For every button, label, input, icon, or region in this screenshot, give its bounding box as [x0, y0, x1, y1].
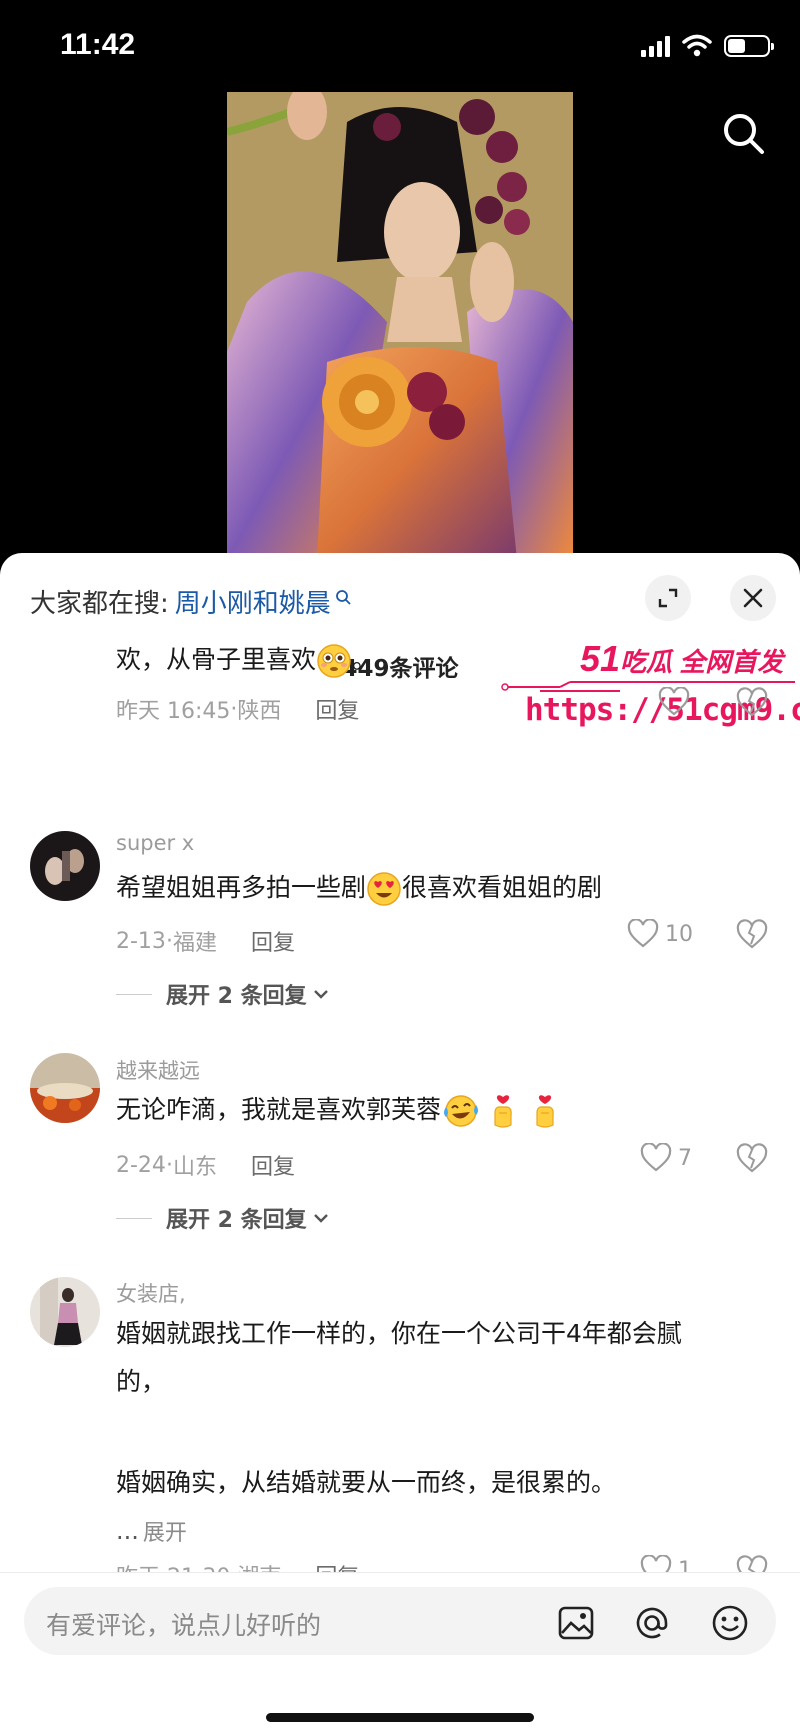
chevron-down-icon [313, 1214, 328, 1223]
at-icon[interactable] [632, 1603, 672, 1643]
comment-date: 昨天 16:45 [116, 699, 231, 724]
heart-outline-icon [640, 1143, 672, 1172]
reply-button[interactable]: 回复 [315, 693, 359, 725]
expand-replies-label: 展开 2 条回复 [166, 1208, 307, 1233]
heart-outline-icon [658, 687, 690, 716]
comment-text: 希望姐姐再多拍一些剧 很喜欢看姐姐的剧 [116, 863, 602, 913]
reply-button[interactable]: 回复 [251, 925, 295, 957]
video-area[interactable] [0, 0, 800, 560]
finger-heart-emoji-icon [494, 1095, 512, 1128]
divider [116, 993, 152, 995]
user-name[interactable]: 女装店, [116, 1278, 186, 1308]
like-button[interactable]: 10 [627, 919, 693, 949]
divider [116, 1217, 152, 1219]
broken-heart-icon[interactable] [736, 919, 768, 951]
expand-replies-button[interactable]: 展开 2 条回复 [116, 978, 331, 1010]
comment-input-placeholder: 有爱评论，说点儿好听的 [46, 1611, 322, 1640]
video-image [227, 92, 573, 560]
trending-search-icon [335, 589, 351, 605]
expand-button[interactable] [645, 575, 691, 621]
comment-meta: 2-13 · 福建 回复 [116, 925, 295, 957]
avatar[interactable] [30, 1053, 100, 1123]
comment-meta: 昨天 16:45 · 陕西 回复 [116, 693, 359, 725]
comment-text-part: 很喜欢看姐姐的剧 [402, 873, 603, 902]
comment-text-line: 婚姻确实，从结婚就要从一而终，是很累的。 [116, 1468, 617, 1497]
close-button[interactable] [730, 575, 776, 621]
comment-meta: 2-24 · 山东 回复 [116, 1149, 295, 1181]
laughing-tears-emoji-icon [444, 1095, 479, 1127]
reply-button[interactable]: 回复 [251, 1149, 295, 1181]
comment-text: 无论咋滴，我就是喜欢郭芙蓉 [116, 1085, 565, 1135]
comment-text: 欢，从骨子里喜欢 。 [116, 635, 377, 685]
finger-heart-emoji-icon [536, 1095, 554, 1128]
flushed-emoji-icon [317, 644, 351, 678]
watermark-title: 51吃瓜 全网首发 [580, 638, 783, 680]
broken-heart-icon[interactable] [736, 687, 768, 719]
expand-icon [658, 588, 678, 608]
like-button[interactable]: 7 [640, 1143, 692, 1173]
like-count: 7 [678, 1145, 692, 1171]
close-icon [743, 588, 763, 608]
watermark-number: 51 [580, 638, 621, 679]
read-more-label: 展开 [142, 1521, 187, 1546]
trending-query-link[interactable]: 周小刚和姚晨 [175, 583, 331, 620]
heart-eyes-emoji-icon [367, 872, 401, 906]
user-name[interactable]: 越来越远 [116, 1055, 200, 1085]
comment-sheet: 大家都在搜: 周小刚和姚晨 449条评论 51吃瓜 全网首发 https://5… [0, 553, 800, 1731]
home-indicator [266, 1713, 534, 1722]
comment-input-bar: 有爱评论，说点儿好听的 [0, 1572, 800, 1731]
broken-heart-icon[interactable] [736, 1143, 768, 1175]
comment-date: 2-24 [116, 1152, 166, 1178]
image-icon[interactable] [556, 1603, 596, 1643]
chevron-down-icon [313, 990, 328, 999]
avatar[interactable] [30, 1277, 100, 1347]
comment-text-part: 希望姐姐再多拍一些剧 [116, 873, 367, 902]
video-thumbnail[interactable] [227, 92, 573, 560]
expand-replies-label: 展开 2 条回复 [166, 984, 307, 1009]
user-name[interactable]: super x [116, 831, 194, 855]
sheet-header: 大家都在搜: 周小刚和姚晨 [0, 553, 800, 643]
comment-input[interactable]: 有爱评论，说点儿好听的 [24, 1587, 776, 1655]
comment-date: 2-13 [116, 928, 166, 954]
comment-text-part: 欢，从骨子里喜欢 [116, 645, 317, 674]
trending-search: 大家都在搜: 周小刚和姚晨 [30, 583, 351, 620]
like-button[interactable] [658, 687, 690, 717]
comment-text-line: 婚姻就跟找工作一样的，你在一个公司干4年都会腻 [116, 1319, 682, 1348]
heart-outline-icon [627, 919, 659, 948]
smiley-icon[interactable] [710, 1603, 750, 1643]
watermark-slogan: 吃瓜 全网首发 [620, 647, 784, 677]
comment-text-part: 无论咋滴，我就是喜欢郭芙蓉 [116, 1095, 442, 1124]
meta-separator: · [165, 928, 173, 954]
comment-text-part: 。 [352, 645, 378, 674]
ellipsis: ... [116, 1517, 139, 1545]
comment-location: 山东 [172, 1155, 217, 1180]
meta-separator: · [230, 696, 238, 722]
comment-location: 福建 [172, 931, 217, 956]
avatar[interactable] [30, 831, 100, 901]
like-count: 10 [665, 921, 693, 947]
read-more-link[interactable]: ... 展开 [116, 1515, 187, 1547]
search-icon[interactable] [720, 110, 768, 158]
comment-location: 陕西 [237, 699, 282, 724]
meta-separator: · [165, 1152, 173, 1178]
expand-replies-button[interactable]: 展开 2 条回复 [116, 1202, 331, 1234]
trending-label: 大家都在搜: [30, 589, 169, 619]
comment-text-line: 的， [116, 1367, 167, 1396]
